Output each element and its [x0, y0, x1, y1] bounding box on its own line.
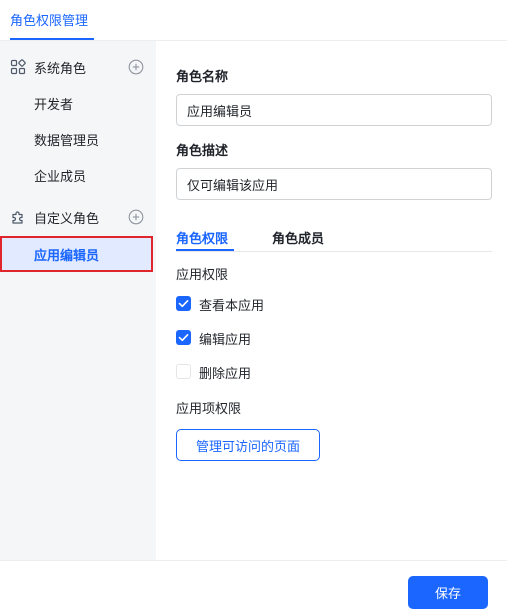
app-permissions-title: 应用权限: [176, 268, 229, 283]
top-tab-bar: 角色权限管理: [0, 0, 507, 41]
tab-role-permissions[interactable]: 角色权限: [176, 228, 228, 247]
app-item-permissions-title: 应用项权限: [176, 402, 242, 417]
tab-role-permission-management[interactable]: 角色权限管理: [10, 10, 88, 29]
apps-grid-icon: [10, 59, 26, 75]
permission-label: 查看本应用: [199, 299, 265, 314]
add-system-role-icon[interactable]: [128, 59, 144, 75]
checkbox-unchecked-icon[interactable]: [176, 364, 191, 379]
sidebar-item-app-editor[interactable]: 应用编辑员: [0, 236, 153, 272]
sidebar-item-developer[interactable]: 开发者: [0, 85, 156, 121]
checkbox-checked-icon[interactable]: [176, 330, 191, 345]
group-label-custom-roles: 自定义角色: [34, 212, 100, 227]
role-desc-label: 角色描述: [176, 144, 229, 159]
role-detail-panel: 角色名称 角色描述 角色权限 角色成员 应用权限 查看本应用 编辑应用 删除应用…: [156, 41, 507, 560]
puzzle-icon: [12, 211, 23, 224]
add-custom-role-icon[interactable]: [128, 209, 144, 225]
permission-label: 删除应用: [199, 367, 252, 382]
role-label: 数据管理员: [34, 134, 100, 149]
group-system-roles: 系统角色: [0, 49, 156, 85]
checkbox-checked-icon[interactable]: [176, 296, 191, 311]
save-button[interactable]: 保存: [408, 576, 488, 609]
sidebar-item-enterprise-member[interactable]: 企业成员: [0, 157, 156, 193]
active-tab-indicator: [10, 38, 94, 40]
active-tab-indicator: [176, 249, 234, 251]
footer-bar: 保存: [0, 560, 507, 613]
role-label-selected: 应用编辑员: [34, 249, 100, 264]
tab-role-members[interactable]: 角色成员: [272, 228, 324, 247]
manage-accessible-pages-button[interactable]: 管理可访问的页面: [176, 429, 320, 461]
role-sidebar: 系统角色 开发者 数据管理员 企业成员 自定义角色 应用编辑员: [0, 41, 156, 560]
role-detail-tabs: 角色权限 角色成员: [176, 225, 492, 252]
group-custom-roles: 自定义角色: [0, 199, 156, 235]
role-name-label: 角色名称: [176, 70, 229, 85]
role-label: 开发者: [34, 98, 74, 113]
role-label: 企业成员: [34, 170, 87, 185]
permission-label: 编辑应用: [199, 333, 252, 348]
role-desc-input[interactable]: [176, 168, 492, 200]
role-name-input[interactable]: [176, 94, 492, 126]
sidebar-item-data-admin[interactable]: 数据管理员: [0, 121, 156, 157]
group-label-system-roles: 系统角色: [34, 62, 87, 77]
